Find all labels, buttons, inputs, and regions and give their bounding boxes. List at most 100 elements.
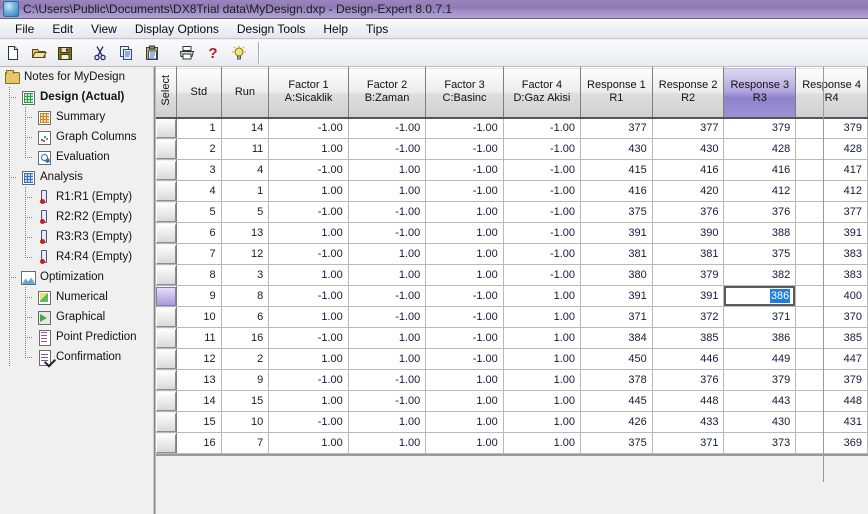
cell-f1[interactable]: 1.00 <box>268 390 349 412</box>
cell-f3[interactable]: 1.00 <box>425 243 504 265</box>
cell-run[interactable]: 11 <box>221 138 270 160</box>
row-select-cell[interactable] <box>156 222 177 244</box>
cell-r2[interactable]: 381 <box>652 243 725 265</box>
menu-item-design-tools[interactable]: Design Tools <box>228 20 314 38</box>
cell-std[interactable]: 8 <box>176 264 222 286</box>
cell-f1[interactable]: -1.00 <box>268 285 349 307</box>
table-row[interactable]: 1 14 -1.00 -1.00 -1.00 -1.00 377 377 379 379 <box>156 117 868 139</box>
row-select-button[interactable] <box>156 349 176 369</box>
cell-std[interactable]: 11 <box>176 327 222 349</box>
row-select-cell[interactable] <box>156 285 177 307</box>
cell-r4[interactable]: 379 <box>795 117 868 139</box>
cell-r4[interactable]: 431 <box>795 411 868 433</box>
cell-f4[interactable]: -1.00 <box>503 138 582 160</box>
row-select-cell[interactable] <box>156 138 177 160</box>
tree-item-confirmation[interactable]: Confirmation <box>0 347 153 368</box>
row-select-button[interactable] <box>156 223 176 243</box>
table-row[interactable]: 11 16 -1.00 1.00 -1.00 1.00 384 385 386 385 <box>156 327 868 349</box>
cell-r2[interactable]: 416 <box>652 159 725 181</box>
cell-f3[interactable]: 1.00 <box>425 222 504 244</box>
cell-r1[interactable]: 375 <box>580 432 653 454</box>
tree-item-evaluation[interactable]: Evaluation <box>0 147 153 167</box>
cell-r4[interactable]: 412 <box>795 180 868 202</box>
cell-f1[interactable]: -1.00 <box>268 411 349 433</box>
cell-f3[interactable]: -1.00 <box>425 327 504 349</box>
row-select-cell[interactable] <box>156 201 177 223</box>
cell-f1[interactable]: -1.00 <box>268 159 349 181</box>
cell-f2[interactable]: -1.00 <box>348 369 427 391</box>
cell-f2[interactable]: 1.00 <box>348 348 427 370</box>
cell-f1[interactable]: -1.00 <box>268 243 349 265</box>
menu-item-display-options[interactable]: Display Options <box>126 20 228 38</box>
cell-std[interactable]: 2 <box>176 138 222 160</box>
row-select-button[interactable] <box>156 265 176 285</box>
cut-icon[interactable] <box>88 42 112 65</box>
cell-r1[interactable]: 371 <box>580 306 653 328</box>
cell-f4[interactable]: -1.00 <box>503 243 582 265</box>
row-select-cell[interactable] <box>156 159 177 181</box>
cell-r4[interactable]: 379 <box>795 369 868 391</box>
cell-f4[interactable]: -1.00 <box>503 201 582 223</box>
column-header-r3[interactable]: Response 3 R3 <box>723 67 797 119</box>
cell-f4[interactable]: -1.00 <box>503 222 582 244</box>
cell-run[interactable]: 5 <box>221 201 270 223</box>
tree-item-summary[interactable]: Summary <box>0 107 153 127</box>
cell-run[interactable]: 9 <box>221 369 270 391</box>
column-header-r4[interactable]: Response 4 R4 <box>795 67 868 119</box>
cell-f3[interactable]: 1.00 <box>425 201 504 223</box>
cell-f1[interactable]: -1.00 <box>268 369 349 391</box>
cell-r3-editing[interactable]: 386 <box>723 285 797 307</box>
cell-run[interactable]: 13 <box>221 222 270 244</box>
cell-r1[interactable]: 426 <box>580 411 653 433</box>
cell-std[interactable]: 9 <box>176 285 222 307</box>
cell-f3[interactable]: 1.00 <box>425 432 504 454</box>
cell-run[interactable]: 6 <box>221 306 270 328</box>
tree-item-analysis[interactable]: Analysis <box>0 167 153 187</box>
cell-f4[interactable]: 1.00 <box>503 411 582 433</box>
column-header-f1[interactable]: Factor 1 A:Sicaklik <box>268 67 349 119</box>
row-select-cell[interactable] <box>156 390 177 412</box>
cell-r1[interactable]: 375 <box>580 201 653 223</box>
menu-item-help[interactable]: Help <box>314 20 357 38</box>
cell-std[interactable]: 4 <box>176 180 222 202</box>
cell-f1[interactable]: -1.00 <box>268 327 349 349</box>
paste-icon[interactable] <box>140 42 164 65</box>
cell-run[interactable]: 16 <box>221 327 270 349</box>
cell-r1[interactable]: 430 <box>580 138 653 160</box>
row-select-cell[interactable] <box>156 411 177 433</box>
cell-f4[interactable]: -1.00 <box>503 117 582 139</box>
cell-f2[interactable]: 1.00 <box>348 432 427 454</box>
cell-f2[interactable]: 1.00 <box>348 411 427 433</box>
cell-r2[interactable]: 379 <box>652 264 725 286</box>
cell-r4[interactable]: 377 <box>795 201 868 223</box>
row-select-cell[interactable] <box>156 180 177 202</box>
cell-r1[interactable]: 378 <box>580 369 653 391</box>
cell-r4[interactable]: 370 <box>795 306 868 328</box>
cell-std[interactable]: 7 <box>176 243 222 265</box>
cell-run[interactable]: 3 <box>221 264 270 286</box>
cell-r3[interactable]: 443 <box>723 390 797 412</box>
cell-f3[interactable]: 1.00 <box>425 390 504 412</box>
cell-r4[interactable]: 400 <box>795 285 868 307</box>
cell-run[interactable]: 12 <box>221 243 270 265</box>
row-select-button[interactable] <box>156 202 176 222</box>
table-row[interactable]: 5 5 -1.00 -1.00 1.00 -1.00 375 376 376 377 <box>156 201 868 223</box>
table-row[interactable]: 7 12 -1.00 1.00 1.00 -1.00 381 381 375 383 <box>156 243 868 265</box>
cell-f1[interactable]: 1.00 <box>268 306 349 328</box>
cell-run[interactable]: 1 <box>221 180 270 202</box>
tree-item-optimization[interactable]: Optimization <box>0 267 153 287</box>
cell-std[interactable]: 13 <box>176 369 222 391</box>
cell-r2[interactable]: 448 <box>652 390 725 412</box>
cell-run[interactable]: 7 <box>221 432 270 454</box>
cell-f1[interactable]: 1.00 <box>268 138 349 160</box>
cell-f3[interactable]: -1.00 <box>425 138 504 160</box>
cell-f2[interactable]: 1.00 <box>348 180 427 202</box>
cell-std[interactable]: 3 <box>176 159 222 181</box>
cell-f4[interactable]: 1.00 <box>503 285 582 307</box>
table-row[interactable]: 3 4 -1.00 1.00 -1.00 -1.00 415 416 416 417 <box>156 159 868 181</box>
row-select-cell[interactable] <box>156 369 177 391</box>
table-row[interactable]: 2 11 1.00 -1.00 -1.00 -1.00 430 430 428 428 <box>156 138 868 160</box>
cell-std[interactable]: 12 <box>176 348 222 370</box>
copy-icon[interactable] <box>114 42 138 65</box>
row-select-cell[interactable] <box>156 117 177 139</box>
